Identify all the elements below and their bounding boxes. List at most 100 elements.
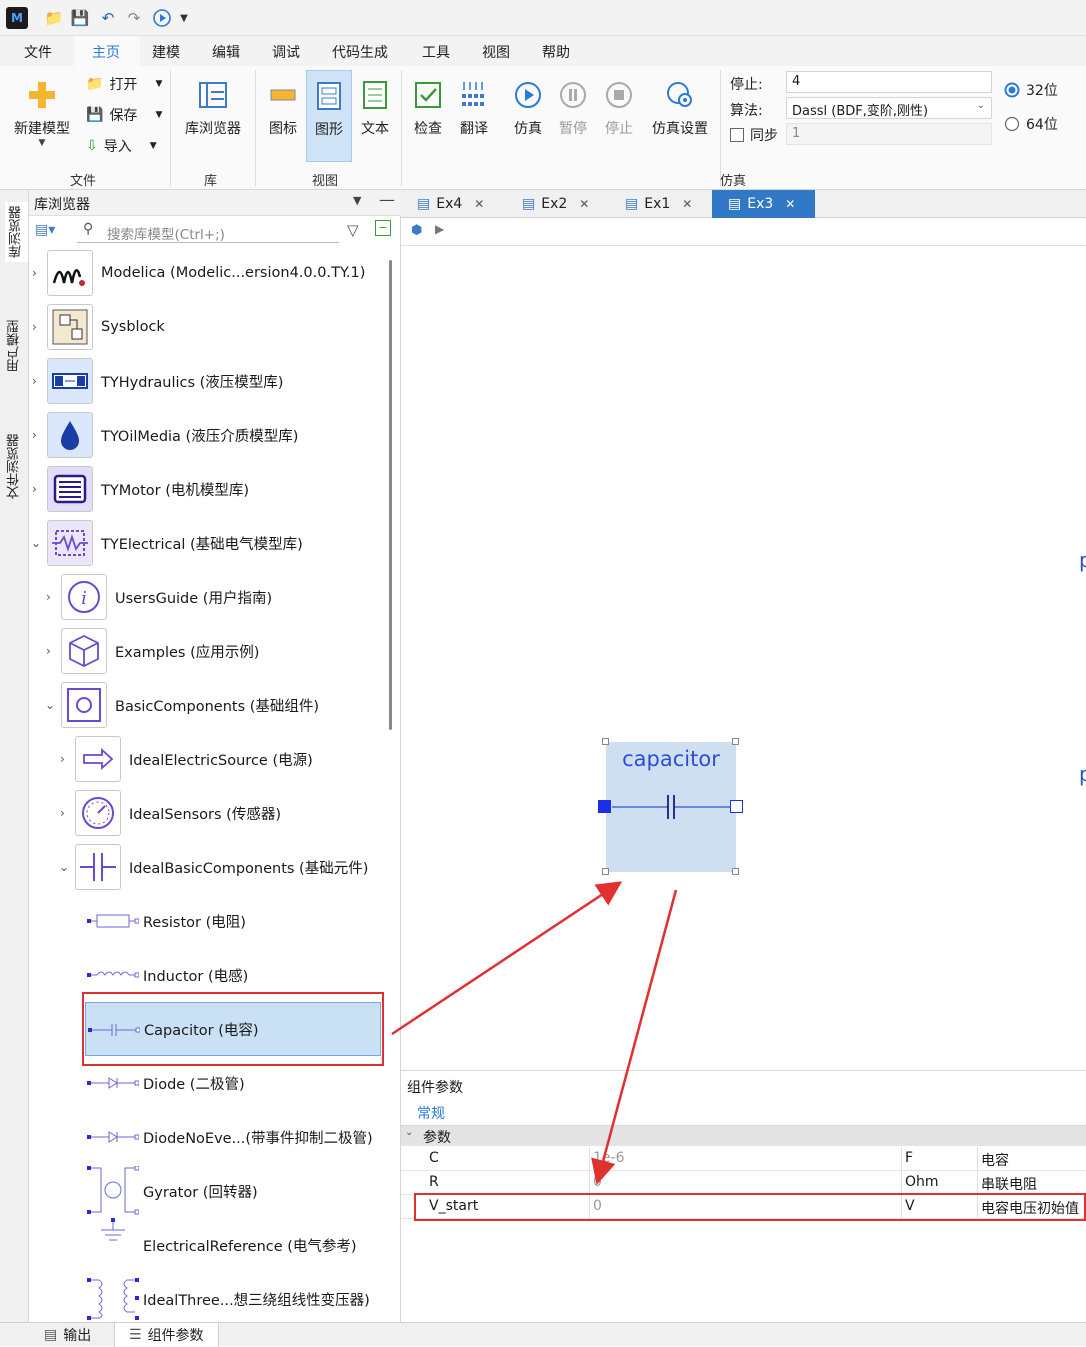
radio-64bit[interactable]: 64位	[1004, 114, 1058, 134]
tree-item-gyrator[interactable]: Gyrator (回转器)	[29, 1164, 385, 1218]
selection-handle[interactable]	[602, 738, 609, 745]
tree-item-tyoilmedia[interactable]: › TYOilMedia (液压介质模型库)	[29, 408, 385, 462]
tree-item-tymotor[interactable]: › TYMotor (电机模型库)	[29, 462, 385, 516]
chevron-right-icon[interactable]: ›	[60, 752, 65, 766]
selection-handle[interactable]	[602, 868, 609, 875]
tab-output[interactable]: ▤ 输出	[44, 1323, 91, 1347]
save-icon[interactable]: 💾	[70, 8, 90, 28]
algorithm-select[interactable]: Dassl (BDF,变阶,刚性) ⌄	[786, 97, 992, 119]
pause-button[interactable]: 暂停	[553, 80, 593, 138]
menu-modeling[interactable]: 建模	[152, 42, 180, 62]
chevron-right-icon[interactable]: ›	[32, 482, 37, 496]
tree-item-tyhydraulics[interactable]: › TYHydraulics (液压模型库)	[29, 354, 385, 408]
tree-item-diodenoevent[interactable]: DiodeNoEve...(带事件抑制二极管)	[29, 1110, 385, 1164]
folder-open-icon[interactable]: 📁	[44, 8, 64, 28]
chevron-right-icon[interactable]: ▶	[435, 222, 444, 236]
menu-home[interactable]: 主页	[92, 42, 120, 62]
collapse-all-icon[interactable]: −	[375, 220, 391, 236]
import-button[interactable]: ⇩ 导入 ▼	[86, 136, 157, 156]
minimize-icon[interactable]: —	[379, 190, 395, 209]
check-button[interactable]: 检查	[408, 80, 448, 138]
tab-component-params[interactable]: ☰ 组件参数	[114, 1323, 219, 1347]
chevron-right-icon[interactable]: ›	[60, 806, 65, 820]
sim-settings-button[interactable]: 仿真设置	[646, 80, 714, 138]
library-search-input[interactable]: ⚲ 搜索库模型(Ctrl+;)	[77, 219, 339, 243]
capacitor-component[interactable]: capacitor	[606, 742, 736, 872]
menu-file[interactable]: 文件	[24, 42, 52, 62]
menu-codegen[interactable]: 代码生成	[332, 42, 388, 62]
side-tab-user-models[interactable]: 用户模型	[5, 320, 24, 372]
menu-debug[interactable]: 调试	[272, 42, 300, 62]
selection-handle[interactable]	[732, 868, 739, 875]
side-tab-file-browser[interactable]: 文件浏览器	[5, 434, 24, 499]
tree-item-modelica[interactable]: › Modelica (Modelic...ersion4.0.0.TY.1)	[29, 246, 385, 300]
tab-ex4[interactable]: ▤ Ex4 ✕	[401, 190, 504, 218]
tree-item-sysblock[interactable]: › Sysblock	[29, 300, 385, 354]
icon-view-button[interactable]: 图标	[262, 80, 304, 138]
tree-item-resistor[interactable]: Resistor (电阻)	[29, 894, 385, 948]
open-button[interactable]: 📁 打开 ▼	[86, 74, 162, 94]
text-view-button[interactable]: 文本	[354, 80, 396, 138]
close-icon[interactable]: ✕	[785, 197, 795, 211]
tab-ex2[interactable]: ▤ Ex2 ✕	[506, 190, 609, 218]
svg-text:i: i	[81, 588, 87, 609]
param-value-r[interactable]: 0	[593, 1174, 602, 1190]
connector-p-port[interactable]	[598, 800, 611, 813]
chevron-down-icon[interactable]: ▼	[174, 8, 194, 28]
view-mode-icon[interactable]: ▤▾	[35, 222, 55, 238]
save-button[interactable]: 💾 保存 ▼	[86, 105, 162, 125]
params-tab-general[interactable]: 常规	[417, 1103, 445, 1123]
chevron-right-icon[interactable]: ›	[32, 428, 37, 442]
menu-edit[interactable]: 编辑	[212, 42, 240, 62]
chevron-right-icon[interactable]: ›	[46, 590, 51, 604]
chevron-right-icon[interactable]: ›	[32, 374, 37, 388]
sync-checkbox[interactable]: 同步	[730, 125, 778, 145]
chevron-right-icon[interactable]: ›	[32, 320, 37, 334]
run-dropdown-icon[interactable]	[152, 8, 172, 28]
tree-item-examples[interactable]: › Examples (应用示例)	[29, 624, 385, 678]
tree-item-idealbasiccomponents[interactable]: ⌄ IdealBasicComponents (基础元件)	[29, 840, 385, 894]
dropdown-arrow-icon[interactable]: ▼	[353, 194, 361, 207]
graphic-view-button[interactable]: 图形	[306, 70, 352, 162]
tree-item-idealelectricsource[interactable]: › IdealElectricSource (电源)	[29, 732, 385, 786]
tree-item-idealsensors[interactable]: › IdealSensors (传感器)	[29, 786, 385, 840]
tab-ex3[interactable]: ▤ Ex3 ✕	[712, 190, 815, 218]
chevron-right-icon[interactable]: ›	[32, 266, 37, 280]
diagram-canvas[interactable]: capacitor p p	[401, 245, 1086, 1070]
stop-time-input[interactable]: 4	[786, 71, 992, 93]
close-icon[interactable]: ✕	[474, 197, 484, 211]
selection-handle[interactable]	[732, 738, 739, 745]
menu-help[interactable]: 帮助	[542, 42, 570, 62]
radio-32bit[interactable]: 32位	[1004, 80, 1058, 100]
side-tab-library[interactable]: 库浏览器	[5, 202, 28, 262]
tree-item-electricalreference[interactable]: ElectricalReference (电气参考)	[29, 1218, 385, 1272]
new-model-button[interactable]: 新建模型 ▼	[8, 80, 76, 148]
close-icon[interactable]: ✕	[579, 197, 589, 211]
param-row-r[interactable]: R 0 Ohm 串联电阻	[401, 1171, 1086, 1195]
undo-icon[interactable]: ↶	[98, 8, 118, 28]
param-row-c[interactable]: C 1e-6 F 电容	[401, 1147, 1086, 1171]
param-value-c[interactable]: 1e-6	[593, 1150, 624, 1166]
translate-button[interactable]: 翻译	[454, 80, 494, 138]
tab-ex1[interactable]: ▤ Ex1 ✕	[609, 190, 712, 218]
tree-item-tyelectrical[interactable]: ⌄ TYElectrical (基础电气模型库)	[29, 516, 385, 570]
filter-icon[interactable]: ▽	[347, 221, 359, 239]
chevron-down-icon[interactable]: ⌄	[59, 860, 69, 874]
params-section-header[interactable]: ⌄ 参数	[401, 1126, 1086, 1146]
simulate-button[interactable]: 仿真	[508, 80, 548, 138]
menu-tools[interactable]: 工具	[422, 42, 450, 62]
chevron-down-icon[interactable]: ⌄	[45, 698, 55, 712]
stop-button[interactable]: 停止	[599, 80, 639, 138]
connector-n-port[interactable]	[730, 800, 743, 813]
library-browser-button[interactable]: 库浏览器	[178, 80, 248, 138]
tree-item-basiccomponents[interactable]: ⌄ BasicComponents (基础组件)	[29, 678, 385, 732]
redo-icon[interactable]: ↷	[124, 8, 144, 28]
tree-item-idealthreewinding[interactable]: IdealThree...想三绕组线性变压器)	[29, 1272, 385, 1326]
tree-item-usersguide[interactable]: › i UsersGuide (用户指南)	[29, 570, 385, 624]
close-icon[interactable]: ✕	[682, 197, 692, 211]
menu-view[interactable]: 视图	[482, 42, 510, 62]
package-icon[interactable]: ⬢	[411, 223, 422, 238]
chevron-right-icon[interactable]: ›	[46, 644, 51, 658]
browser-scrollbar[interactable]	[389, 260, 392, 730]
chevron-down-icon[interactable]: ⌄	[31, 536, 41, 550]
